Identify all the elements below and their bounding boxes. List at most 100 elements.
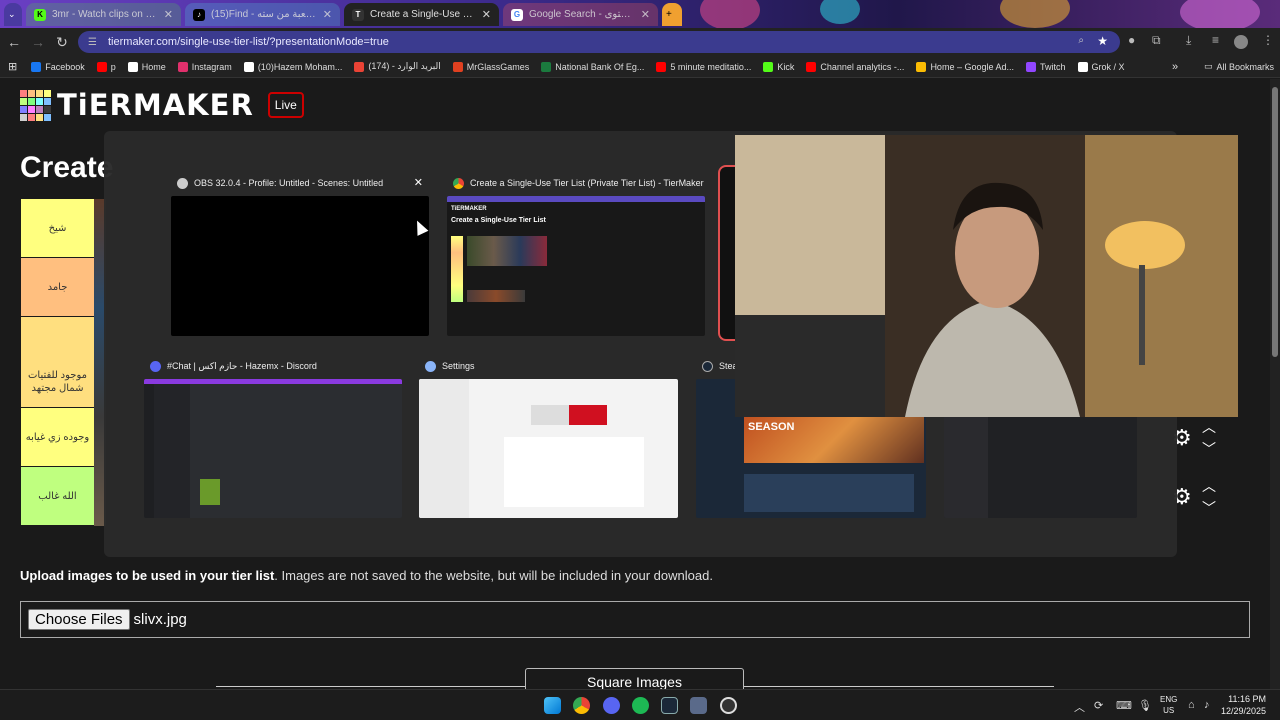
chevron-up-icon[interactable]: ︿	[1074, 699, 1085, 715]
bookmark-item[interactable]: (10)Hazem Moham...	[243, 61, 343, 72]
spotify-icon[interactable]	[632, 697, 649, 714]
menu-icon[interactable]: ⋮	[1262, 33, 1274, 47]
window-thumbnail	[171, 196, 429, 336]
all-bookmarks[interactable]: ▭ All Bookmarks	[1204, 61, 1274, 72]
switcher-window-settings[interactable]: Settings	[419, 354, 678, 518]
microphone-icon[interactable]: 🎙	[1138, 699, 1152, 712]
bookmark-item[interactable]: Home – Google Ad...	[916, 61, 1014, 72]
upload-instructions: Upload images to be used in your tier li…	[20, 568, 713, 583]
close-icon[interactable]: ✕	[641, 8, 650, 21]
reload-icon[interactable]: ↻	[50, 34, 74, 51]
choose-files-button[interactable]: Choose Files	[28, 609, 130, 630]
site-info-icon[interactable]: ☰	[88, 37, 100, 48]
chrome-icon[interactable]	[573, 697, 590, 714]
tier-label[interactable]: جامد	[21, 258, 94, 317]
download-icon[interactable]: ⤓	[1186, 33, 1191, 48]
switcher-window-obs[interactable]: OBS 32.0.4 - Profile: Untitled - Scenes:…	[171, 171, 429, 336]
obs-icon[interactable]	[720, 697, 737, 714]
steam-icon[interactable]	[661, 697, 678, 714]
avatar[interactable]	[1234, 35, 1248, 49]
close-icon[interactable]: ✕	[164, 8, 173, 21]
close-icon[interactable]: ✕	[482, 8, 491, 21]
chevron-down-icon[interactable]: ﹀	[1202, 498, 1216, 518]
switcher-window-selected-edge[interactable]	[718, 165, 736, 341]
extension-icon[interactable]: ●	[1128, 33, 1135, 47]
bookmark-item[interactable]: Kick	[763, 61, 794, 72]
chevron-down-icon[interactable]: ﹀	[1202, 439, 1216, 459]
banner-text: SEASON	[748, 421, 795, 433]
tab-tiermaker[interactable]: T Create a Single-Use Tier List (P... ✕	[344, 3, 499, 26]
window-thumbnail	[144, 379, 402, 518]
bookmark-favicon-icon	[1026, 61, 1036, 72]
discord-icon[interactable]	[603, 697, 620, 714]
tier-label[interactable]: شيخ	[21, 199, 94, 258]
network-icon[interactable]: ⌂	[1188, 699, 1195, 711]
switcher-window-chrome[interactable]: Create a Single-Use Tier List (Private T…	[447, 171, 705, 336]
close-icon[interactable]: ✕	[414, 176, 423, 189]
new-tab-button[interactable]: +	[662, 3, 682, 26]
bookmark-favicon-icon	[96, 61, 107, 72]
tab-kick[interactable]: K 3mr - Watch clips on Kick ✕	[26, 3, 181, 26]
scrollbar-thumb[interactable]	[1272, 87, 1278, 357]
image-shape-select[interactable]: Square Images	[525, 668, 744, 689]
page-scrollbar[interactable]	[1270, 79, 1280, 689]
bookmark-label: Home	[141, 61, 166, 72]
tier-label[interactable]: الله غالب	[21, 467, 94, 526]
bookmark-item[interactable]: Grok / X	[1077, 61, 1125, 72]
selected-file-name: slivx.jpg	[133, 611, 187, 628]
switcher-window-discord[interactable]: #Chat | حازم اكس - Hazemx - Discord	[144, 354, 402, 518]
bookmark-item[interactable]: Channel analytics -...	[806, 61, 904, 72]
bookmark-item[interactable]: p	[96, 61, 116, 72]
bookmark-label: (10)Hazem Moham...	[257, 61, 343, 72]
tier-text: شيخ	[48, 222, 67, 234]
thumb-server-list	[144, 384, 154, 518]
bookmark-item[interactable]: Home	[127, 61, 166, 72]
language-indicator[interactable]: ENG US	[1160, 694, 1177, 716]
forward-icon[interactable]: →	[26, 34, 50, 50]
tier-label[interactable]: وجوده زي غيابه	[21, 408, 94, 467]
tiermaker-logo[interactable]: TiERMAKER Live	[20, 88, 304, 122]
close-icon[interactable]: ✕	[323, 8, 332, 21]
live-badge[interactable]: Live	[267, 92, 304, 118]
system-clock[interactable]: 11:16 PM 12/29/2025	[1221, 693, 1266, 717]
puzzle-icon[interactable]: ⧉	[1152, 33, 1161, 48]
tab-tiktok[interactable]: ♪ (15)Find - تكيش اللعبة من سته ✕	[185, 3, 340, 26]
bookmark-favicon-icon	[127, 61, 138, 72]
bookmark-favicon-icon	[177, 61, 188, 72]
tab-label: Google Search - المحتوى	[529, 9, 635, 20]
bookmark-item[interactable]: (174) - البريد الوارد	[354, 61, 441, 72]
obs-icon	[177, 177, 188, 189]
star-icon[interactable]: ★	[1097, 34, 1108, 48]
volume-icon[interactable]: ♪	[1204, 699, 1210, 711]
media-icon[interactable]: ≡	[1212, 33, 1219, 47]
gamepad-icon[interactable]: ⌨	[1116, 699, 1132, 712]
bookmark-item[interactable]: National Bank Of Eg...	[541, 61, 644, 72]
switcher-window-dark-app[interactable]	[944, 411, 1137, 518]
tab-google[interactable]: G Google Search - المحتوى ✕	[503, 3, 658, 26]
tab-search-button[interactable]: ⌄	[4, 3, 22, 26]
window-thumbnail	[944, 411, 1137, 518]
file-upload-field[interactable]: Choose Files slivx.jpg	[20, 601, 1250, 638]
tier-text: جامد	[47, 281, 68, 293]
select-value: Square Images	[587, 674, 682, 689]
apps-icon[interactable]: ⊞	[8, 60, 17, 73]
webcam-feed	[735, 135, 1238, 417]
bookmark-item[interactable]: 5 minute meditatio...	[656, 61, 751, 72]
chevron-up-icon[interactable]: ︿	[1202, 417, 1216, 437]
language-code: ENG	[1160, 695, 1178, 704]
bookmark-item[interactable]: Instagram	[177, 61, 232, 72]
url-text: tiermaker.com/single-use-tier-list/?pres…	[108, 36, 389, 48]
settings-icon[interactable]	[690, 697, 707, 714]
tier-label[interactable]: موجود للفتيات شمال مجتهد	[21, 317, 94, 408]
more-bookmarks-icon[interactable]: »	[1172, 61, 1178, 73]
windows-start-icon[interactable]	[544, 697, 561, 714]
thumb-banner: SEASON	[744, 417, 924, 463]
bookmark-item[interactable]: Twitch	[1026, 61, 1066, 72]
back-icon[interactable]: ←	[2, 34, 26, 50]
sync-icon[interactable]: ⟳	[1094, 699, 1103, 712]
zoom-icon[interactable]: ⌕	[1078, 35, 1084, 46]
bookmark-item[interactable]: MrGlassGames	[452, 61, 529, 72]
bookmark-item[interactable]: Facebook	[31, 61, 85, 72]
url-input[interactable]: ☰ tiermaker.com/single-use-tier-list/?pr…	[78, 31, 1120, 53]
chevron-up-icon[interactable]: ︿	[1202, 476, 1216, 496]
